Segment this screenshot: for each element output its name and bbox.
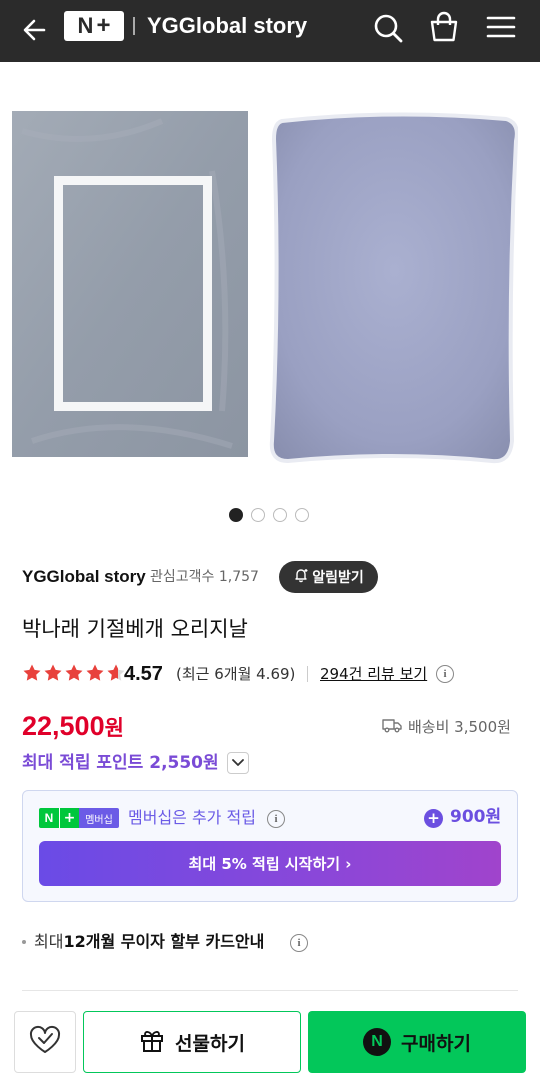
- bottom-action-bar: 선물하기 N 구매하기: [0, 997, 540, 1079]
- badge-plus: +: [59, 808, 79, 828]
- rating-value: 4.57: [124, 663, 163, 685]
- gallery-dot[interactable]: [273, 508, 287, 522]
- star-half-icon: [107, 664, 125, 681]
- info-icon[interactable]: i: [290, 934, 308, 952]
- membership-text: 멤버십은 추가 적립: [128, 808, 256, 827]
- buy-label: 구매하기: [401, 1032, 471, 1055]
- search-icon[interactable]: [370, 10, 406, 46]
- naver-plus-logo[interactable]: N +: [64, 11, 124, 41]
- logo-n: N: [77, 13, 94, 38]
- wishlist-button[interactable]: [14, 1011, 76, 1073]
- top-header: N + YGGlobal story: [0, 0, 540, 62]
- gallery-dot[interactable]: [295, 508, 309, 522]
- plus-circle-icon: +: [424, 809, 443, 828]
- max-points: 최대 적립 포인트 2,550원: [22, 753, 219, 773]
- badge-n: N: [39, 808, 59, 828]
- truck-icon: [382, 717, 402, 737]
- gift-button[interactable]: 선물하기: [83, 1011, 301, 1073]
- card-installment-note[interactable]: 최대 12개월 무이자 할부 카드안내: [22, 930, 264, 954]
- membership-points-amount: 900원: [450, 807, 502, 827]
- header-store-title[interactable]: YGGlobal story: [147, 11, 307, 41]
- star-icon: [44, 664, 62, 681]
- naverpay-n-icon: N: [363, 1028, 392, 1056]
- product-image-pillow: [268, 111, 519, 466]
- header-divider: [133, 17, 135, 35]
- membership-promo-box: N + 멤버십 멤버십은 추가 적립 i + 900원 최대 5% 적립 시작하…: [22, 790, 518, 902]
- star-icon: [23, 664, 41, 681]
- gallery-dot[interactable]: [229, 508, 243, 522]
- bullet-icon: [22, 940, 26, 944]
- gift-label: 선물하기: [175, 1032, 245, 1055]
- logo-plus: +: [96, 12, 111, 39]
- follower-count: 관심고객수 1,757: [150, 569, 259, 585]
- info-icon[interactable]: i: [267, 810, 285, 828]
- pillowcase-border: [54, 176, 212, 411]
- hamburger-menu-icon[interactable]: [483, 10, 519, 46]
- rating-divider: [307, 666, 308, 682]
- shopping-bag-icon[interactable]: [426, 10, 462, 46]
- recent-rating: (최근 6개월 4.69): [176, 665, 296, 683]
- store-name[interactable]: YGGlobal story: [22, 566, 146, 588]
- chevron-down-icon[interactable]: [227, 752, 249, 774]
- info-icon[interactable]: i: [436, 665, 454, 683]
- card-note-prefix: 최대: [34, 932, 64, 951]
- alarm-label: 알림받기: [312, 570, 364, 586]
- badge-label: 멤버십: [79, 808, 119, 828]
- star-rating: [22, 663, 126, 683]
- notification-subscribe-button[interactable]: 알림받기: [279, 561, 378, 593]
- gallery-pagination: [229, 508, 309, 522]
- product-price: 22,500원: [22, 709, 124, 746]
- arrow-left-icon[interactable]: [16, 10, 56, 50]
- membership-badge: N + 멤버십: [39, 808, 119, 828]
- product-image-pillowcase: [12, 111, 248, 457]
- price-unit: 원: [104, 717, 124, 740]
- buy-button[interactable]: N 구매하기: [308, 1011, 526, 1073]
- shipping-label: 배송비 3,500원: [408, 718, 511, 736]
- price-amount: 22,500: [22, 711, 105, 741]
- review-link[interactable]: 294건 리뷰 보기: [320, 664, 427, 684]
- star-icon: [65, 664, 83, 681]
- gallery-dot[interactable]: [251, 508, 265, 522]
- heart-check-icon: [28, 1025, 62, 1059]
- product-image-gallery[interactable]: [0, 62, 540, 542]
- star-icon: [86, 664, 104, 681]
- product-title: 박나래 기절베개 오리지날: [22, 617, 248, 641]
- section-divider: [22, 990, 518, 991]
- bell-plus-icon: [293, 567, 309, 587]
- gift-icon: [139, 1027, 165, 1058]
- membership-start-button[interactable]: 최대 5% 적립 시작하기 ›: [39, 841, 501, 886]
- card-note-bold: 12개월 무이자 할부 카드안내: [63, 932, 265, 951]
- shipping-fee: 배송비 3,500원: [382, 716, 511, 737]
